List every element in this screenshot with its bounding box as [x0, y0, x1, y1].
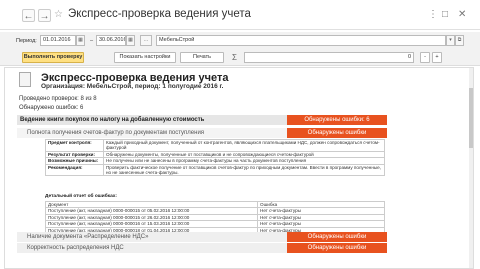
window-title: Экспресс-проверка ведения учета	[68, 8, 251, 20]
section-title[interactable]: Ведение книги покупок по налогу на добав…	[17, 115, 287, 125]
table-row: Рекомендация: Проверить фактическое полу…	[45, 163, 385, 177]
toolbar: Выполнить проверку Показать настройки Пе…	[0, 50, 480, 66]
detail-value: Каждый приходный документ, полученный от…	[103, 139, 385, 152]
subsection-title[interactable]: Полнота получения счетов-фактур по докум…	[17, 128, 287, 138]
check-row-vat-distribution-correctness[interactable]: Корректность распределения НДС	[17, 243, 287, 253]
details-table: Предмет контроля: Каждый приходный докум…	[45, 139, 385, 177]
organization-open-icon[interactable]: ⧉	[455, 35, 464, 46]
date-dash: –	[90, 38, 94, 44]
errors-table: Документ Ошибка Поступление (акт, наклад…	[45, 200, 385, 235]
print-button[interactable]: Печать	[180, 52, 224, 63]
report-subtitle: Организация: МебельСтрой, период: 1 полу…	[41, 83, 224, 90]
close-icon[interactable]: ✕	[458, 9, 466, 20]
window-titlebar: ← → ☆ Экспресс-проверка ведения учета ⋮ …	[0, 0, 480, 30]
table-row: Предмет контроля: Каждый приходный докум…	[45, 139, 385, 152]
scrollbar-thumb[interactable]	[469, 88, 473, 148]
maximize-icon[interactable]: □	[442, 9, 448, 20]
detail-key: Предмет контроля:	[45, 139, 104, 152]
parameters-panel: Период: 01.01.2016 ▦ – 30.06.2016 ▦ ... …	[0, 32, 480, 50]
report-document: Экспресс-проверка ведения учета Организа…	[4, 67, 474, 269]
vertical-scrollbar[interactable]	[469, 68, 473, 268]
sum-sigma-icon: Σ	[232, 53, 237, 62]
check-status-badge: Обнаружены ошибки	[287, 232, 387, 242]
period-select-button[interactable]: ...	[140, 35, 152, 46]
favorite-star-icon[interactable]: ☆	[54, 9, 63, 20]
forward-arrow-icon[interactable]: →	[38, 9, 51, 22]
detail-caption: Детальный отчет об ошибках:	[45, 194, 118, 199]
organization-dropdown-icon[interactable]: ▾	[446, 35, 455, 46]
run-check-button[interactable]: Выполнить проверку	[22, 52, 84, 63]
detail-key: Результат проверки:	[45, 150, 104, 159]
show-settings-button[interactable]: Показать настройки	[114, 52, 176, 63]
subsection-status-badge: Обнаружены ошибки	[287, 128, 387, 138]
checks-done-text: Проведено проверок: 8 из 8	[19, 96, 97, 102]
date-from-calendar-icon[interactable]: ▦	[76, 35, 85, 46]
check-row-vat-distribution-doc[interactable]: Наличие документа «Распределение НДС»	[17, 232, 287, 242]
period-label: Период:	[16, 38, 37, 44]
section-status-badge: Обнаружены ошибки: 6	[287, 115, 387, 125]
date-to-calendar-icon[interactable]: ▦	[126, 35, 135, 46]
zoom-out-button[interactable]: -	[420, 52, 430, 63]
check-status-badge: Обнаружены ошибки	[287, 243, 387, 253]
organization-field[interactable]: МебельСтрой	[156, 35, 446, 46]
errors-found-text: Обнаружено ошибок: 6	[19, 105, 84, 111]
back-arrow-icon[interactable]: ←	[22, 9, 35, 22]
date-to-field[interactable]: 30.06.2016	[96, 35, 126, 46]
sum-value-field: 0	[244, 52, 414, 63]
document-icon	[19, 72, 31, 87]
menu-icon[interactable]: ⋮	[428, 9, 438, 20]
detail-key: Рекомендация:	[45, 163, 104, 177]
zoom-in-button[interactable]: +	[432, 52, 442, 63]
detail-value: Проверить фактическое получение от поста…	[103, 163, 385, 177]
date-from-field[interactable]: 01.01.2016	[40, 35, 76, 46]
detail-key: Возможные причины:	[45, 157, 104, 165]
